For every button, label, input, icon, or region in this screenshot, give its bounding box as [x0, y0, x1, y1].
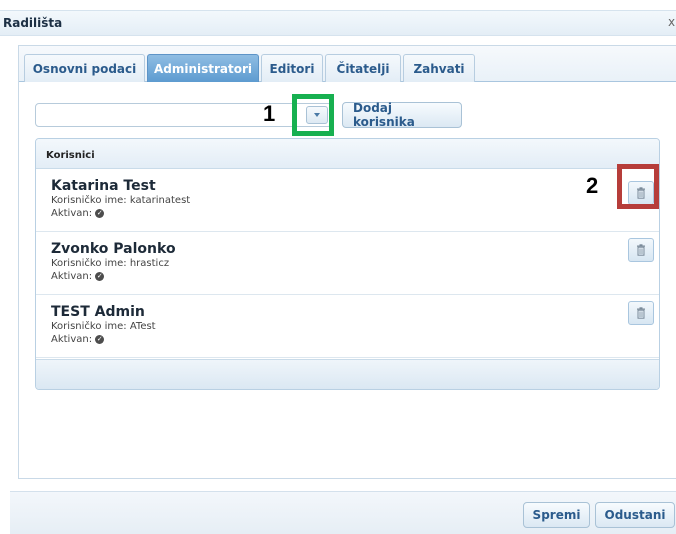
- check-circle-icon: ✓: [95, 208, 105, 218]
- trash-icon: [637, 307, 645, 319]
- tab-editori[interactable]: Editori: [261, 54, 323, 82]
- users-list-header: Korisnici: [36, 139, 659, 169]
- active-label: Aktivan:: [51, 334, 93, 345]
- save-button[interactable]: Spremi: [523, 502, 590, 528]
- user-row: Zvonko Palonko Korisničko ime: hrasticz …: [36, 232, 659, 295]
- tab-osnovni-podaci[interactable]: Osnovni podaci: [24, 54, 145, 82]
- check-circle-icon: ✓: [95, 271, 105, 281]
- user-active-status: Aktivan: ✓: [51, 333, 659, 346]
- cancel-button[interactable]: Odustani: [595, 502, 675, 528]
- user-active-status: Aktivan: ✓: [51, 207, 659, 220]
- user-username: Korisničko ime: hrasticz: [51, 258, 170, 269]
- trash-icon: [637, 187, 645, 199]
- window-titlebar: Radilišta x: [0, 10, 676, 36]
- active-label: Aktivan:: [51, 208, 93, 219]
- user-username: Korisničko ime: katarinatest: [51, 195, 191, 206]
- user-row: Katarina Test Korisničko ime: katarinate…: [36, 169, 659, 232]
- window-title: Radilišta: [3, 16, 63, 30]
- chevron-down-icon: [314, 113, 320, 117]
- user-picker-input[interactable]: [40, 106, 290, 124]
- tab-administratori[interactable]: Administratori: [147, 54, 259, 82]
- annotation-marker-1: 1: [263, 101, 276, 126]
- delete-user-button[interactable]: [628, 301, 654, 325]
- user-name: Katarina Test: [51, 178, 156, 194]
- tab-zahvati[interactable]: Zahvati: [403, 54, 475, 82]
- trash-icon: [637, 244, 645, 256]
- check-circle-icon: ✓: [95, 334, 105, 344]
- close-icon[interactable]: x: [668, 15, 676, 29]
- users-list-panel: Korisnici Katarina Test Korisničko ime: …: [35, 138, 660, 390]
- user-picker-combo[interactable]: [35, 103, 332, 127]
- user-name: TEST Admin: [51, 304, 145, 320]
- add-user-button[interactable]: Dodaj korisnika: [342, 101, 462, 129]
- delete-user-button[interactable]: [628, 181, 654, 205]
- user-picker-dropdown-button[interactable]: [306, 106, 328, 124]
- user-username: Korisničko ime: ATest: [51, 321, 156, 332]
- tab-citatelji[interactable]: Čitatelji: [325, 54, 401, 82]
- user-row: TEST Admin Korisničko ime: ATest Aktivan…: [36, 295, 659, 358]
- delete-user-button[interactable]: [628, 238, 654, 262]
- active-label: Aktivan:: [51, 271, 93, 282]
- user-name: Zvonko Palonko: [51, 241, 176, 257]
- user-active-status: Aktivan: ✓: [51, 270, 659, 283]
- users-list-footer: [36, 359, 659, 389]
- annotation-marker-2: 2: [586, 173, 599, 198]
- tab-strip: Osnovni podaci Administratori Editori Či…: [19, 46, 676, 82]
